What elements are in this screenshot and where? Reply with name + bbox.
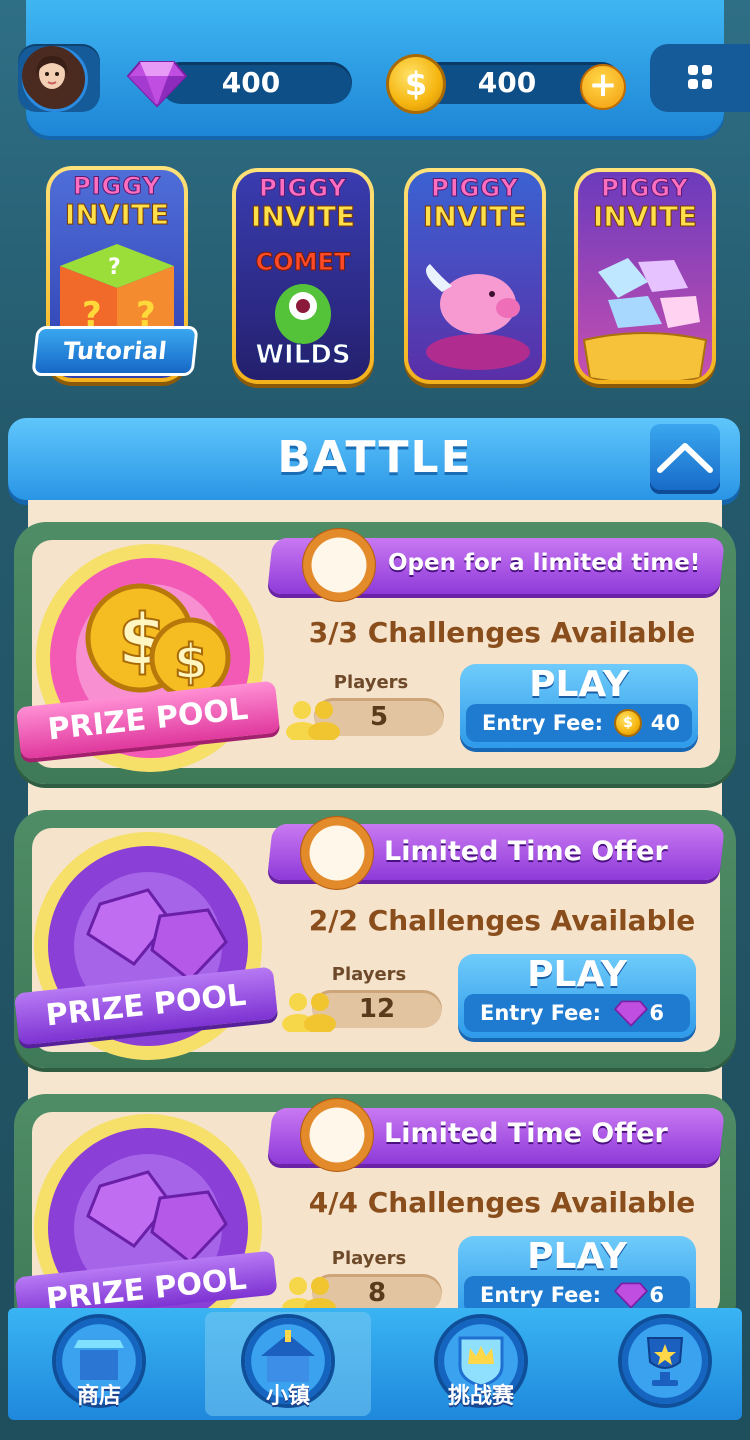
nav-item-town[interactable]: 小镇 xyxy=(205,1312,371,1416)
plus-icon: + xyxy=(588,65,618,105)
nav-label-town: 小镇 xyxy=(265,1384,310,1409)
entry-fee: Entry Fee: $ 40 xyxy=(466,704,692,742)
game-logo-bottom: INVITE xyxy=(64,198,170,232)
players-label: Players xyxy=(331,964,407,985)
nav-item-challenge[interactable]: 挑战赛 xyxy=(398,1312,564,1416)
challenges-available: 4/4 Challenges Available xyxy=(308,1186,696,1219)
flying-pig-icon xyxy=(426,264,530,370)
play-button[interactable]: PLAY Entry Fee: 6 xyxy=(458,954,696,1038)
play-label: PLAY xyxy=(527,954,627,995)
gem-icon xyxy=(614,1282,648,1309)
chevron-up-icon xyxy=(657,443,713,473)
wilds-title: WILDS xyxy=(255,340,351,371)
tutorial-label: Tutorial xyxy=(61,337,169,365)
game-logo-bottom: INVITE xyxy=(592,200,698,234)
alarm-clock-icon xyxy=(300,1098,374,1172)
game-logo-top: PIGGY xyxy=(431,174,519,203)
game-tile-comet-wilds[interactable]: PIGGY INVITE COMET WILDS xyxy=(232,168,374,384)
tutorial-badge: Tutorial xyxy=(31,326,199,376)
nav-item-leaderboard[interactable] xyxy=(582,1312,748,1416)
menu-button[interactable] xyxy=(650,44,750,112)
treasure-gems-icon xyxy=(582,258,708,380)
gem-balance-value: 400 xyxy=(221,66,281,99)
nav-item-shop[interactable]: 商店 xyxy=(16,1312,182,1416)
gem-icon xyxy=(614,1000,648,1027)
players-label: Players xyxy=(331,1248,407,1269)
collapse-battle-button[interactable] xyxy=(650,424,720,494)
entry-fee-value: 40 xyxy=(650,711,680,735)
top-bar xyxy=(0,0,750,136)
coin-icon: $ xyxy=(386,54,446,114)
coin-symbol: $ xyxy=(404,65,428,103)
play-button[interactable]: PLAY Entry Fee: $ 40 xyxy=(460,664,698,748)
gem-icon xyxy=(126,61,188,108)
players-icon xyxy=(282,993,336,1032)
game-tile-art: PIGGY INVITE xyxy=(408,172,542,380)
alien-icon xyxy=(275,284,331,344)
entry-fee-value: 6 xyxy=(649,1001,664,1025)
game-logo-bottom: INVITE xyxy=(422,200,528,234)
game-logo-top: PIGGY xyxy=(259,174,347,203)
entry-fee-label: Entry Fee: xyxy=(480,1001,602,1025)
game-tile-flying-pig[interactable]: PIGGY INVITE xyxy=(404,168,546,384)
challenges-available: 2/2 Challenges Available xyxy=(308,904,696,937)
ribbon-text: Limited Time Offer xyxy=(384,836,668,867)
game-logo-top: PIGGY xyxy=(601,174,689,203)
svg-text:?: ? xyxy=(108,255,121,280)
coin-balance-value: 400 xyxy=(477,66,537,99)
coin-icon: $ xyxy=(614,709,642,737)
game-tile-art: PIGGY INVITE COMET WILDS xyxy=(236,172,370,380)
trophy-icon xyxy=(622,1318,708,1404)
players-label: Players xyxy=(333,672,409,693)
game-tile-art: PIGGY INVITE xyxy=(578,172,712,380)
game-tile-treasure[interactable]: PIGGY INVITE xyxy=(574,168,716,384)
players-icon xyxy=(286,701,340,740)
entry-fee: Entry Fee: 6 xyxy=(464,994,690,1032)
alarm-clock-icon xyxy=(300,816,374,890)
nav-label-challenge: 挑战赛 xyxy=(447,1384,514,1409)
nav-label-shop: 商店 xyxy=(76,1384,121,1409)
trophy-cup-icon xyxy=(646,1337,684,1386)
add-coins-button[interactable]: + xyxy=(580,64,626,110)
svg-text:$: $ xyxy=(174,634,207,690)
play-label: PLAY xyxy=(527,1236,627,1277)
avatar[interactable] xyxy=(22,46,88,112)
gem-balance: 400 xyxy=(160,62,352,104)
avatar-portrait-icon xyxy=(22,46,82,106)
game-logo-top: PIGGY xyxy=(73,172,161,201)
entry-fee-label: Entry Fee: xyxy=(482,711,604,735)
grid-menu-icon xyxy=(688,65,712,89)
ribbon-text: Open for a limited time! xyxy=(388,550,701,576)
battle-title: BATTLE xyxy=(277,432,473,483)
alarm-clock-icon xyxy=(302,528,376,602)
play-label: PLAY xyxy=(529,664,629,705)
challenges-available: 3/3 Challenges Available xyxy=(308,616,696,649)
game-logo-bottom: INVITE xyxy=(250,200,356,234)
comet-title: COMET xyxy=(255,248,351,277)
ribbon-text: Limited Time Offer xyxy=(384,1118,668,1149)
